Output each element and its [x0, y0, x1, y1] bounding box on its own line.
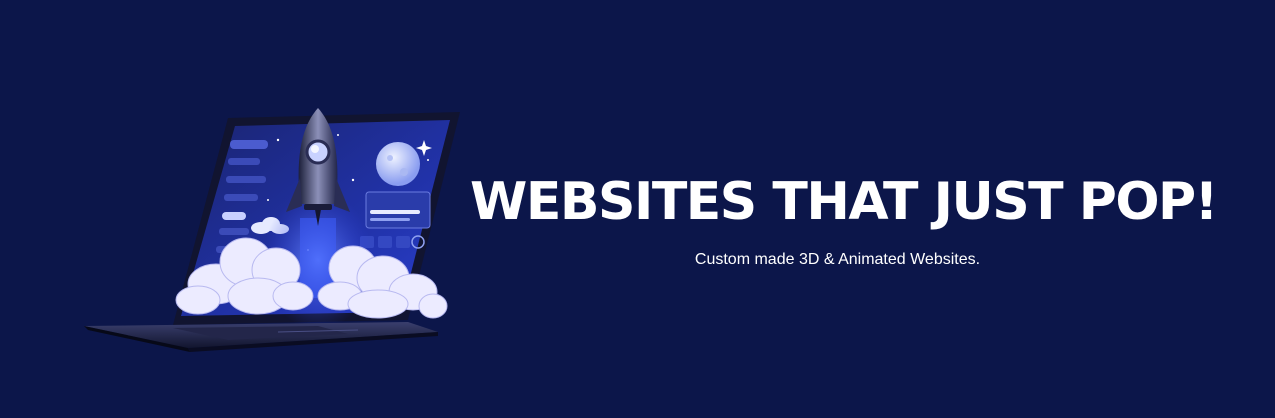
- laptop-icon: [84, 108, 460, 352]
- planet-icon: [376, 142, 420, 186]
- hero-banner: WEBSITES THAT JUST POP! Custom made 3D &…: [0, 0, 1275, 418]
- headline: WEBSITES THAT JUST POP!: [470, 172, 1218, 232]
- tagline: Custom made 3D & Animated Websites.: [694, 251, 981, 268]
- laptop-rocket-illustration: [78, 100, 470, 370]
